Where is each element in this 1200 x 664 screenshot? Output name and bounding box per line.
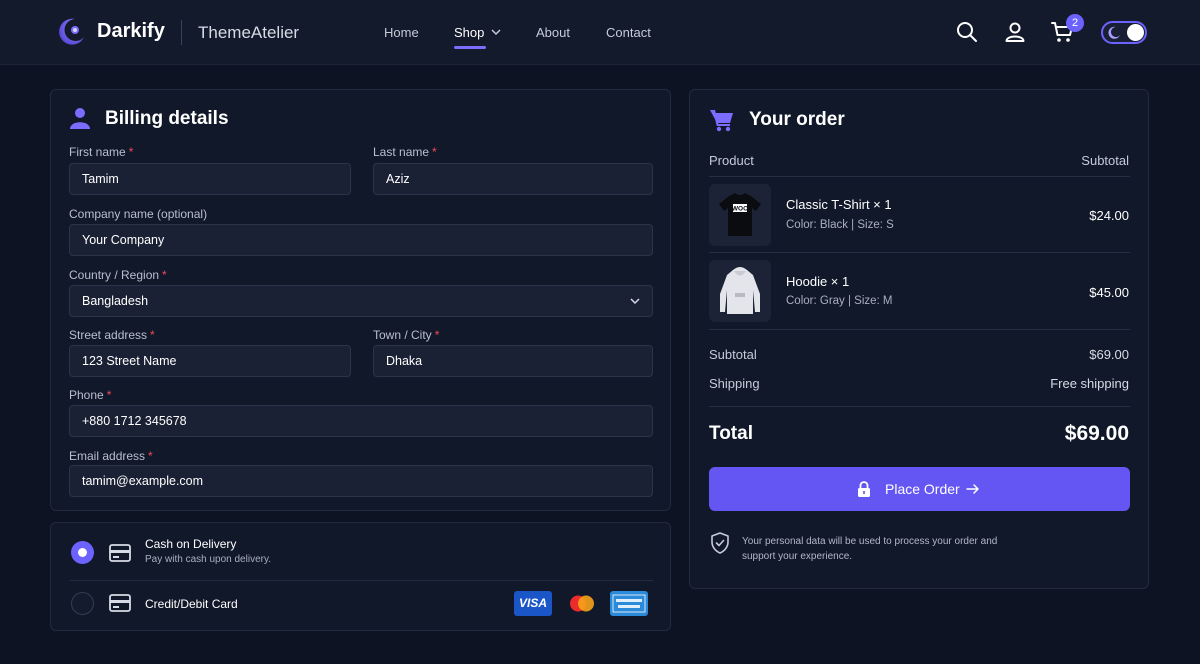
country-label: Country / Region * — [69, 268, 167, 282]
brand-name: ThemeAtelier — [198, 23, 300, 42]
divider — [709, 406, 1130, 407]
total-value: $69.00 — [1064, 422, 1129, 445]
order-title: Your order — [749, 109, 845, 130]
billing-details-panel: Billing details First name * Tamim Last n… — [50, 89, 671, 511]
item-name: Classic T-Shirt × 1 — [786, 197, 892, 212]
subtotal-value: $69.00 — [1089, 347, 1129, 362]
arrow-right-icon — [966, 484, 979, 494]
last-name-label: Last name * — [373, 145, 437, 159]
moon-icon — [1108, 26, 1120, 39]
phone-label: Phone * — [69, 388, 112, 402]
privacy-notice: Your personal data will be used to proce… — [742, 536, 998, 562]
email-input[interactable]: tamim@example.com — [69, 465, 653, 497]
item-name: Hoodie × 1 — [786, 274, 850, 289]
shield-icon — [711, 532, 729, 554]
moon-logo-icon[interactable] — [56, 17, 86, 47]
company-input[interactable]: Your Company — [69, 224, 653, 256]
tshirt-print-text: WOO — [732, 206, 748, 213]
mastercard-logo — [570, 595, 594, 612]
chevron-down-icon[interactable] — [491, 28, 501, 36]
col-product: Product — [709, 153, 754, 168]
hoodie-image — [720, 267, 760, 314]
country-select[interactable]: Bangladesh — [69, 285, 653, 317]
nav-active-indicator — [454, 46, 486, 49]
place-order-label: Place Order — [885, 481, 960, 497]
nav-contact[interactable]: Contact — [606, 25, 651, 40]
shipping-value: Free shipping — [1050, 376, 1129, 391]
user-icon — [70, 108, 90, 129]
amex-logo — [610, 591, 648, 616]
shipping-label: Shipping — [709, 376, 760, 391]
payment-divider — [70, 580, 653, 581]
first-name-input[interactable]: Tamim — [69, 163, 351, 195]
divider — [709, 176, 1130, 177]
cod-subtitle: Pay with cash upon delivery. — [145, 554, 271, 565]
nav-home[interactable]: Home — [384, 25, 419, 40]
logo-text[interactable]: Darkify — [97, 20, 165, 43]
toggle-knob — [1127, 24, 1144, 41]
theme-toggle[interactable] — [1101, 21, 1147, 44]
site-header: Darkify ThemeAtelier Home Shop About Con… — [0, 0, 1200, 65]
item-price: $24.00 — [1089, 208, 1129, 223]
card-radio[interactable] — [71, 592, 94, 615]
card-icon — [109, 544, 131, 562]
payment-methods-panel: Cash on Delivery Pay with cash upon deli… — [50, 522, 671, 631]
street-label: Street address * — [69, 328, 155, 342]
nav-shop[interactable]: Shop — [454, 25, 484, 40]
nav-about[interactable]: About — [536, 25, 570, 40]
lock-icon — [858, 481, 870, 497]
subtotal-label: Subtotal — [709, 347, 757, 362]
divider — [709, 329, 1130, 330]
place-order-button[interactable]: Place Order — [709, 467, 1130, 511]
cod-title[interactable]: Cash on Delivery — [145, 537, 236, 551]
item-price: $45.00 — [1089, 285, 1129, 300]
email-label: Email address * — [69, 449, 153, 463]
first-name-label: First name * — [69, 145, 134, 159]
divider — [709, 252, 1130, 253]
item-meta: Color: Black | Size: S — [786, 219, 894, 231]
cart-count-badge: 2 — [1066, 14, 1084, 32]
user-icon[interactable] — [1003, 20, 1027, 44]
card-icon — [109, 594, 131, 612]
last-name-input[interactable]: Aziz — [373, 163, 653, 195]
company-label: Company name (optional) — [69, 207, 208, 221]
search-icon[interactable] — [955, 20, 979, 44]
visa-logo: VISA — [514, 591, 552, 616]
chevron-down-icon — [630, 298, 640, 305]
town-input[interactable]: Dhaka — [373, 345, 653, 377]
logo-separator — [181, 20, 182, 45]
country-select-value: Bangladesh — [82, 294, 149, 308]
card-title[interactable]: Credit/Debit Card — [145, 597, 238, 611]
cart-icon — [710, 109, 733, 132]
phone-input[interactable]: +880 1712 345678 — [69, 405, 653, 437]
hoodie-thumbnail[interactable] — [709, 260, 771, 322]
cod-radio[interactable] — [71, 541, 94, 564]
col-subtotal: Subtotal — [1081, 153, 1129, 168]
street-input[interactable]: 123 Street Name — [69, 345, 351, 377]
total-label: Total — [709, 423, 753, 444]
tshirt-thumbnail[interactable]: WOO — [709, 184, 771, 246]
item-meta: Color: Gray | Size: M — [786, 295, 893, 307]
tshirt-image: WOO — [719, 193, 761, 236]
order-summary-panel: Your order Product Subtotal WOO Classic … — [689, 89, 1149, 589]
billing-title: Billing details — [105, 108, 229, 129]
town-label: Town / City * — [373, 328, 440, 342]
